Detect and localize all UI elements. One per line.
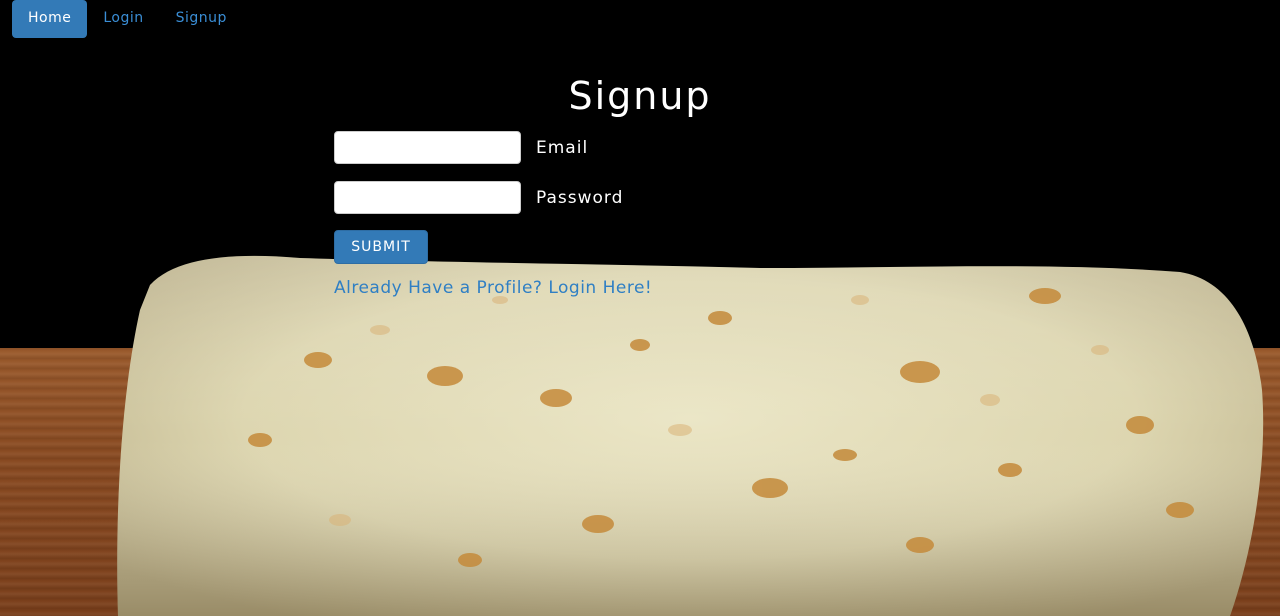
- nav-home[interactable]: Home: [12, 0, 88, 38]
- page-title: Signup: [568, 74, 712, 118]
- email-label: Email: [536, 137, 589, 158]
- email-row: Email: [334, 131, 588, 164]
- top-nav: Home Login Signup: [12, 0, 243, 38]
- nav-login[interactable]: Login: [87, 0, 159, 38]
- email-field[interactable]: [334, 131, 521, 164]
- password-label: Password: [536, 187, 624, 208]
- login-link[interactable]: Already Have a Profile? Login Here!: [334, 278, 652, 298]
- password-row: Password: [334, 181, 623, 214]
- submit-button[interactable]: SUBMIT: [334, 230, 428, 264]
- page: Home Login Signup Signup Email Password …: [0, 0, 1280, 616]
- password-field[interactable]: [334, 181, 521, 214]
- nav-signup[interactable]: Signup: [160, 0, 243, 38]
